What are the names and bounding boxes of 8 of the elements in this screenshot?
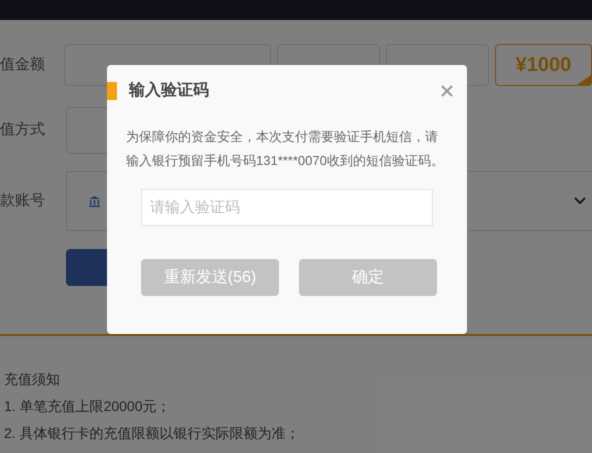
dialog-title: 输入验证码	[129, 80, 209, 101]
notice-item: 2. 具体银行卡的充值限额以银行实际限额为准；	[4, 424, 301, 442]
dialog-message: 为保障你的资金安全，本次支付需要验证手机短信，请输入银行预留手机号码131****0070收到的短信验证码。	[126, 128, 444, 170]
field-label: 值金额	[0, 54, 46, 75]
field-label: 值方式	[0, 120, 46, 140]
field-label: 款账号	[0, 190, 46, 211]
notice-item: 1. 单笔充值上限20000元；	[4, 397, 172, 415]
notice-title: 充值须知	[4, 370, 61, 388]
